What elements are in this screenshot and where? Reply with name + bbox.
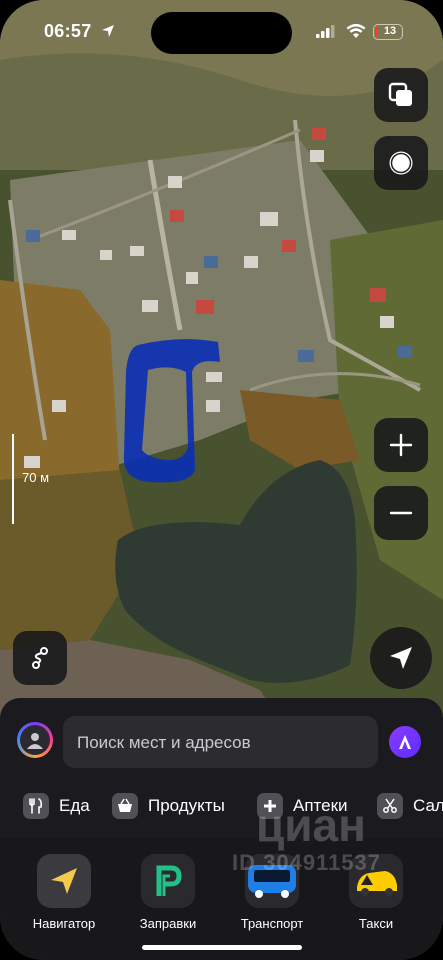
- app-fuel[interactable]: Заправки: [118, 854, 218, 931]
- category-label: Продукты: [148, 796, 225, 815]
- scissors-icon: [377, 793, 403, 819]
- apps-dock: Навигатор Заправки Транспорт Такси: [0, 838, 443, 960]
- category-salons[interactable]: Сал: [377, 788, 443, 824]
- scale-label: 70 м: [22, 470, 50, 485]
- app-taxi[interactable]: Такси: [326, 854, 426, 931]
- battery-level: 13: [383, 25, 397, 37]
- navigation-arrow-icon: [390, 647, 412, 669]
- map-mode-button[interactable]: [374, 136, 428, 190]
- category-row: Еда Продукты Аптеки Сал: [0, 788, 443, 824]
- screen: 06:57 13 70 м Поиск мест и адресов Еда П…: [0, 0, 443, 960]
- clock: 06:57: [44, 21, 92, 41]
- profile-avatar-button[interactable]: [17, 722, 53, 758]
- user-icon: [27, 733, 43, 749]
- circle-mode-icon: [389, 151, 413, 175]
- my-location-button[interactable]: [370, 627, 432, 689]
- app-navigator[interactable]: Навигатор: [14, 854, 114, 931]
- app-label: Такси: [358, 916, 394, 931]
- fork-knife-icon: [23, 793, 49, 819]
- fuel-icon: [141, 854, 195, 908]
- map-scale: 70 м: [12, 434, 52, 526]
- status-bar: 06:57 13: [0, 0, 443, 62]
- zoom-in-button[interactable]: [374, 418, 428, 472]
- category-label: Еда: [59, 796, 90, 815]
- category-food[interactable]: Еда: [23, 788, 90, 824]
- category-pharmacies[interactable]: Аптеки: [257, 788, 348, 824]
- dynamic-island: [151, 12, 292, 54]
- alice-voice-button[interactable]: [389, 726, 421, 758]
- alice-icon: [399, 735, 411, 749]
- location-arrow-icon: [102, 25, 114, 37]
- app-label: Заправки: [139, 916, 197, 931]
- category-label: Аптеки: [293, 796, 348, 815]
- battery-indicator: 13: [373, 24, 403, 40]
- cellular-signal-icon: [316, 25, 335, 38]
- transport-icon: [245, 854, 299, 908]
- wifi-icon: [346, 23, 366, 38]
- plus-icon: [257, 793, 283, 819]
- map-layers-button[interactable]: [374, 68, 428, 122]
- zoom-out-button[interactable]: [374, 486, 428, 540]
- app-label: Навигатор: [32, 916, 96, 931]
- plus-icon: [389, 433, 413, 457]
- navigator-icon: [37, 854, 91, 908]
- app-transport[interactable]: Транспорт: [222, 854, 322, 931]
- basket-icon: [112, 793, 138, 819]
- search-sheet: Поиск мест и адресов Еда Продукты Аптеки…: [0, 698, 443, 838]
- route-icon: [32, 647, 48, 669]
- category-label: Сал: [413, 796, 443, 815]
- route-button[interactable]: [13, 631, 67, 685]
- search-placeholder: Поиск мест и адресов: [77, 733, 251, 752]
- minus-icon: [389, 511, 413, 515]
- home-indicator[interactable]: [142, 945, 302, 950]
- layers-icon: [388, 82, 412, 106]
- app-label: Транспорт: [240, 916, 304, 931]
- category-groceries[interactable]: Продукты: [112, 788, 225, 824]
- taxi-icon: [349, 854, 403, 908]
- search-input[interactable]: Поиск мест и адресов: [63, 716, 378, 768]
